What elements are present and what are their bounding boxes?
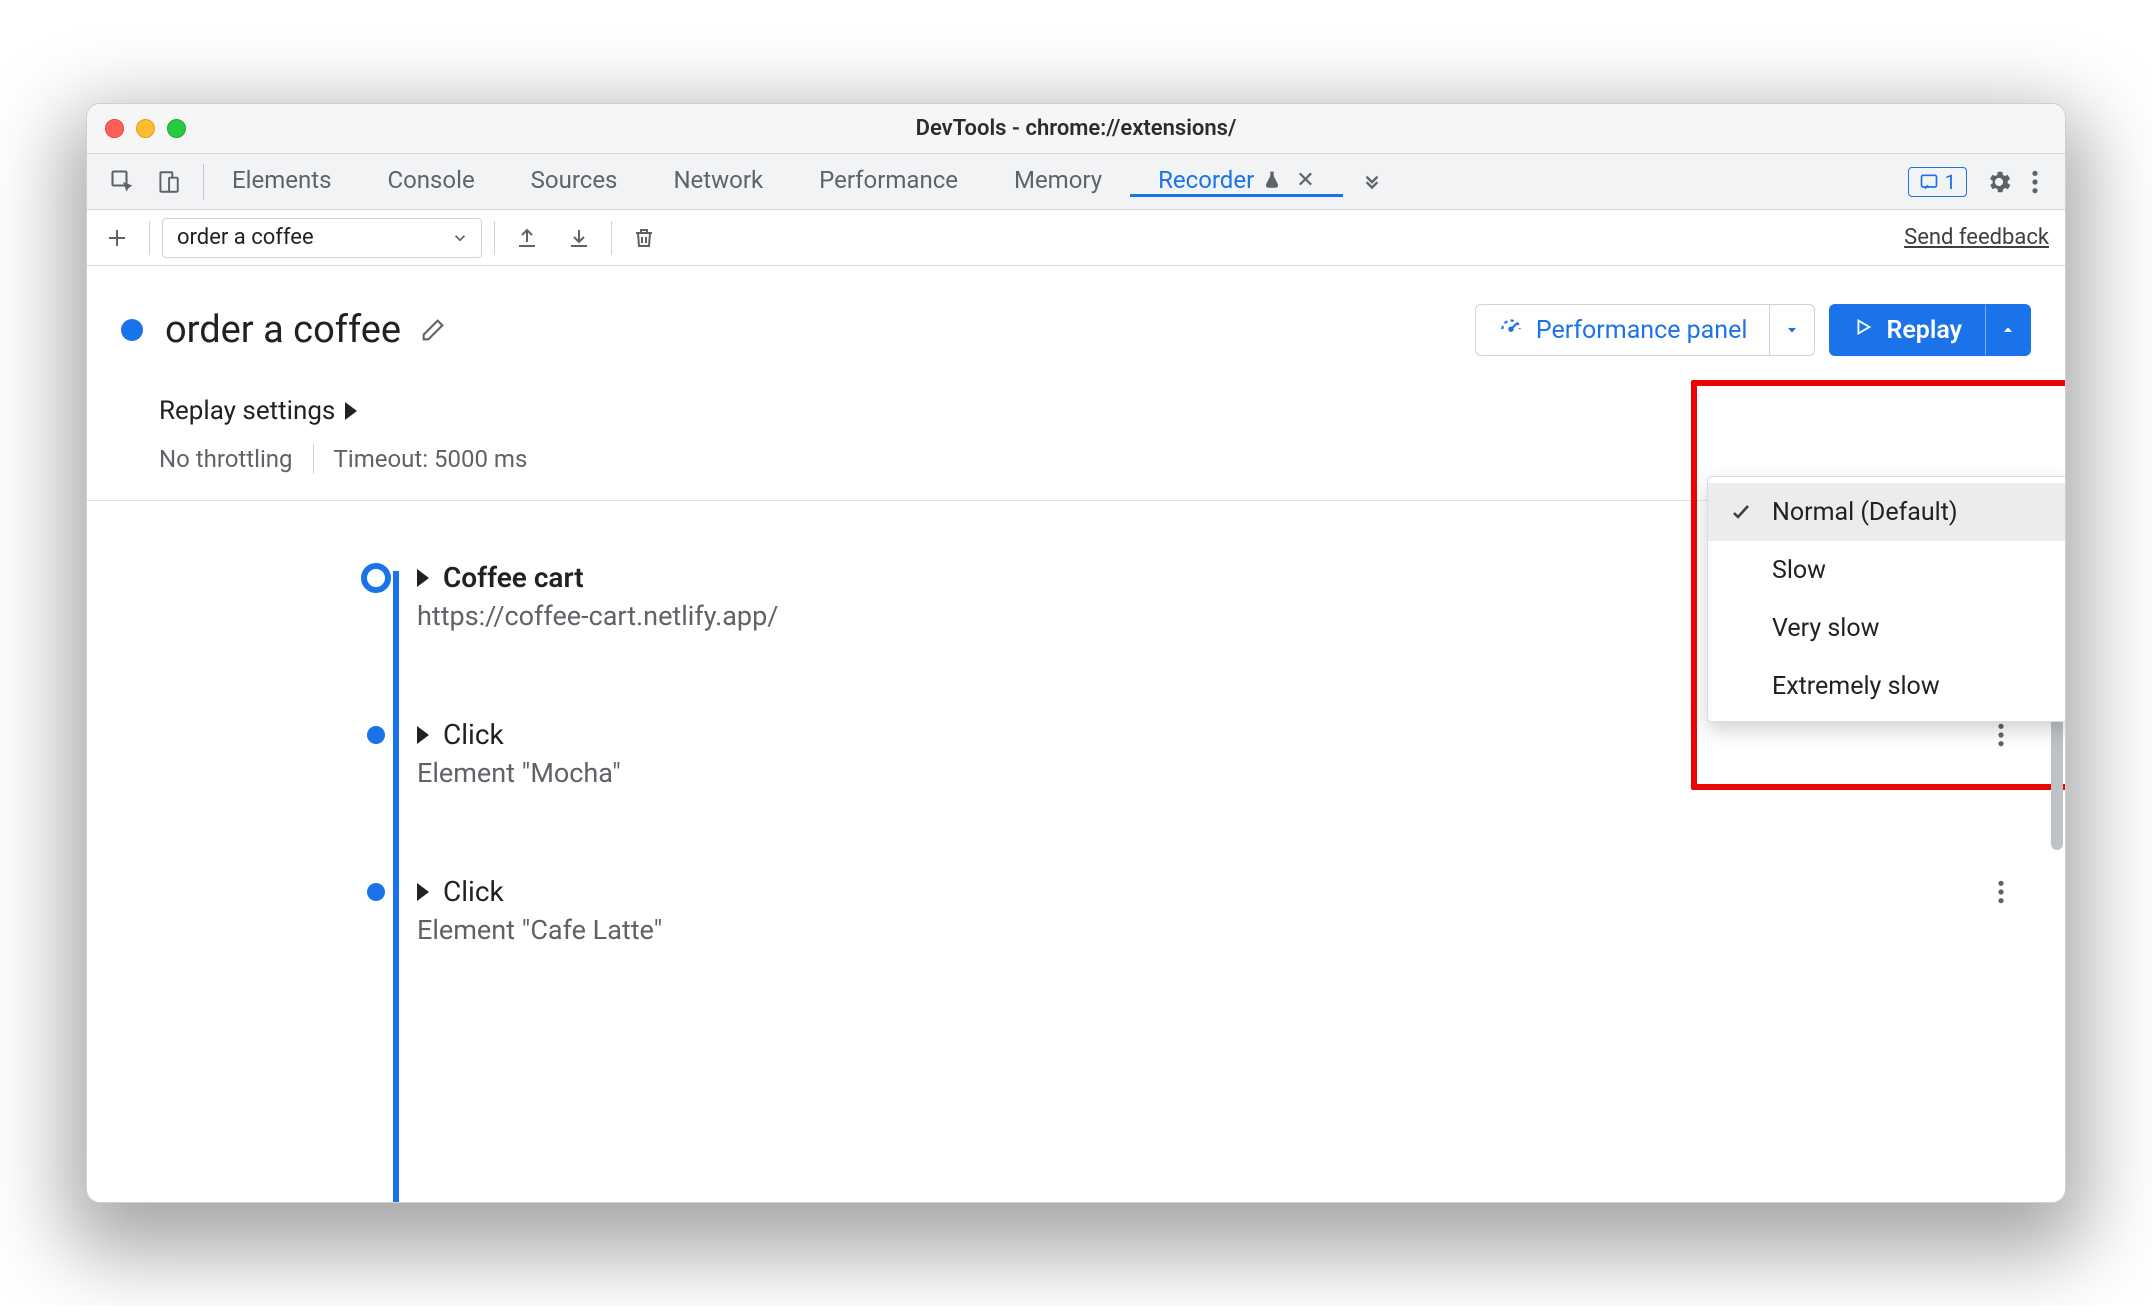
replay-label: Replay — [1886, 316, 1962, 345]
timeout-value: Timeout: 5000 ms — [334, 445, 528, 473]
step-more-button[interactable] — [1997, 722, 2005, 752]
recording-header: order a coffee Performance panel — [87, 266, 2065, 356]
caret-right-icon[interactable] — [417, 726, 429, 744]
replay-group: Replay — [1829, 304, 2031, 356]
devtools-tabs: Elements Console Sources Network Perform… — [87, 154, 2065, 210]
step-subtitle: Element "Mocha" — [417, 757, 621, 789]
maximize-window-button[interactable] — [167, 119, 186, 138]
divider — [313, 444, 314, 474]
delete-button[interactable] — [624, 218, 664, 258]
replay-speed-option-very-slow[interactable]: Very slow — [1708, 599, 2066, 657]
tab-console[interactable]: Console — [359, 166, 502, 197]
tab-performance[interactable]: Performance — [791, 166, 986, 197]
replay-settings-toggle[interactable]: Replay settings — [159, 396, 2031, 426]
issues-count: 1 — [1945, 170, 1956, 194]
window-titlebar: DevTools - chrome://extensions/ — [87, 104, 2065, 154]
window-controls — [87, 119, 186, 138]
check-icon — [1726, 500, 1756, 524]
flask-icon — [1262, 170, 1282, 190]
replay-speed-menu: Normal (Default) Slow Very slow Extremel… — [1707, 476, 2066, 722]
step-subtitle: https://coffee-cart.netlify.app/ — [417, 600, 778, 632]
caret-right-icon — [345, 402, 357, 420]
replay-speed-option-extremely-slow[interactable]: Extremely slow — [1708, 657, 2066, 715]
recording-status-dot — [121, 319, 143, 341]
step-title: Click — [443, 875, 504, 908]
recording-select[interactable]: order a coffee — [162, 218, 482, 258]
divider — [494, 221, 495, 255]
edit-title-button[interactable] — [419, 316, 447, 344]
tab-sources[interactable]: Sources — [503, 166, 646, 197]
chevron-down-icon — [451, 229, 469, 247]
caret-right-icon[interactable] — [417, 883, 429, 901]
close-tab-icon[interactable]: ✕ — [1296, 168, 1314, 193]
performance-panel-label: Performance panel — [1536, 316, 1748, 345]
caret-down-icon — [1784, 322, 1800, 338]
device-toggle-icon[interactable] — [155, 169, 181, 195]
step-item[interactable]: Click Element "Cafe Latte" — [377, 875, 2031, 946]
performance-panel-group: Performance panel — [1475, 304, 1816, 356]
issues-button[interactable]: 1 — [1908, 167, 1967, 197]
replay-speed-option-normal[interactable]: Normal (Default) — [1708, 483, 2066, 541]
tab-network[interactable]: Network — [645, 166, 791, 197]
minimize-window-button[interactable] — [136, 119, 155, 138]
new-recording-button[interactable] — [97, 218, 137, 258]
play-icon — [1852, 316, 1874, 345]
performance-panel-button[interactable]: Performance panel — [1475, 304, 1771, 356]
replay-speed-option-slow[interactable]: Slow — [1708, 541, 2066, 599]
recording-select-value: order a coffee — [177, 225, 314, 250]
scrollbar-thumb[interactable] — [2051, 710, 2063, 850]
tab-memory[interactable]: Memory — [986, 166, 1130, 197]
more-tabs-button[interactable] — [1343, 166, 1401, 197]
step-title: Click — [443, 718, 504, 751]
step-subtitle: Element "Cafe Latte" — [417, 914, 662, 946]
step-marker — [361, 563, 391, 593]
close-window-button[interactable] — [105, 119, 124, 138]
window-title: DevTools - chrome://extensions/ — [87, 116, 2065, 141]
step-marker — [367, 726, 385, 744]
step-marker — [367, 883, 385, 901]
step-item[interactable]: Click Element "Mocha" — [377, 718, 2031, 789]
replay-button[interactable]: Replay — [1829, 304, 1985, 356]
send-feedback-link[interactable]: Send feedback — [1904, 225, 2049, 250]
tab-elements[interactable]: Elements — [204, 166, 359, 197]
divider — [149, 221, 150, 255]
replay-speed-dropdown[interactable] — [1985, 304, 2031, 356]
recorder-toolbar: order a coffee Send feedback — [87, 210, 2065, 266]
step-more-button[interactable] — [1997, 879, 2005, 909]
tab-recorder[interactable]: Recorder ✕ — [1130, 166, 1343, 197]
caret-up-icon — [2000, 322, 2016, 338]
recording-title: order a coffee — [165, 308, 401, 352]
import-button[interactable] — [559, 218, 599, 258]
throttling-value: No throttling — [159, 445, 293, 473]
gauge-icon — [1498, 314, 1524, 347]
kebab-icon[interactable] — [2031, 169, 2039, 195]
divider — [611, 221, 612, 255]
export-button[interactable] — [507, 218, 547, 258]
gear-icon[interactable] — [1985, 168, 2013, 196]
inspect-icon[interactable] — [109, 168, 137, 196]
step-title: Coffee cart — [443, 561, 584, 594]
caret-right-icon[interactable] — [417, 569, 429, 587]
performance-panel-dropdown[interactable] — [1770, 304, 1815, 356]
